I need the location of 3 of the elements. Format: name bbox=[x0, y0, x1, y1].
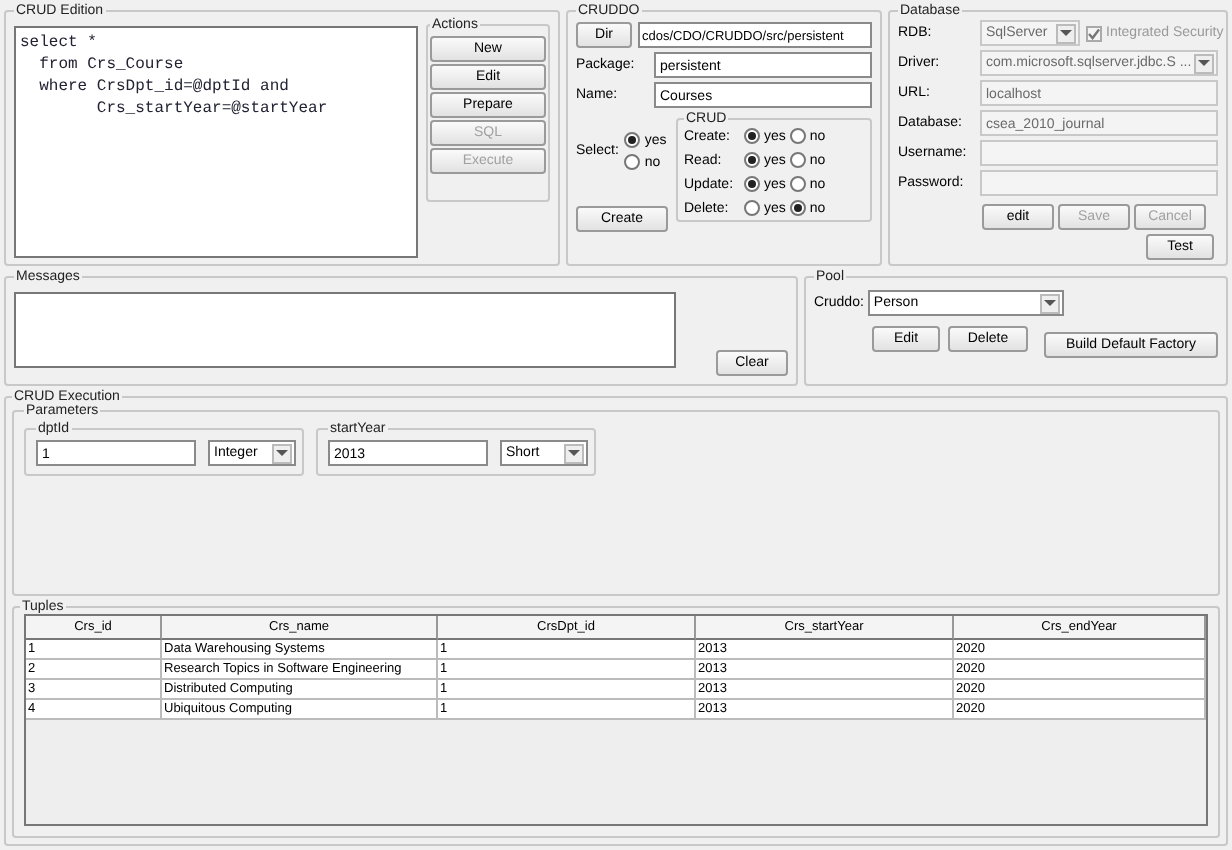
checkmark-icon bbox=[1088, 27, 1100, 39]
messages-area[interactable] bbox=[14, 292, 676, 368]
sql-editor[interactable]: select * from Crs_Course where CrsDpt_id=@dptId and Crs_startYear=@startYear bbox=[14, 26, 418, 258]
